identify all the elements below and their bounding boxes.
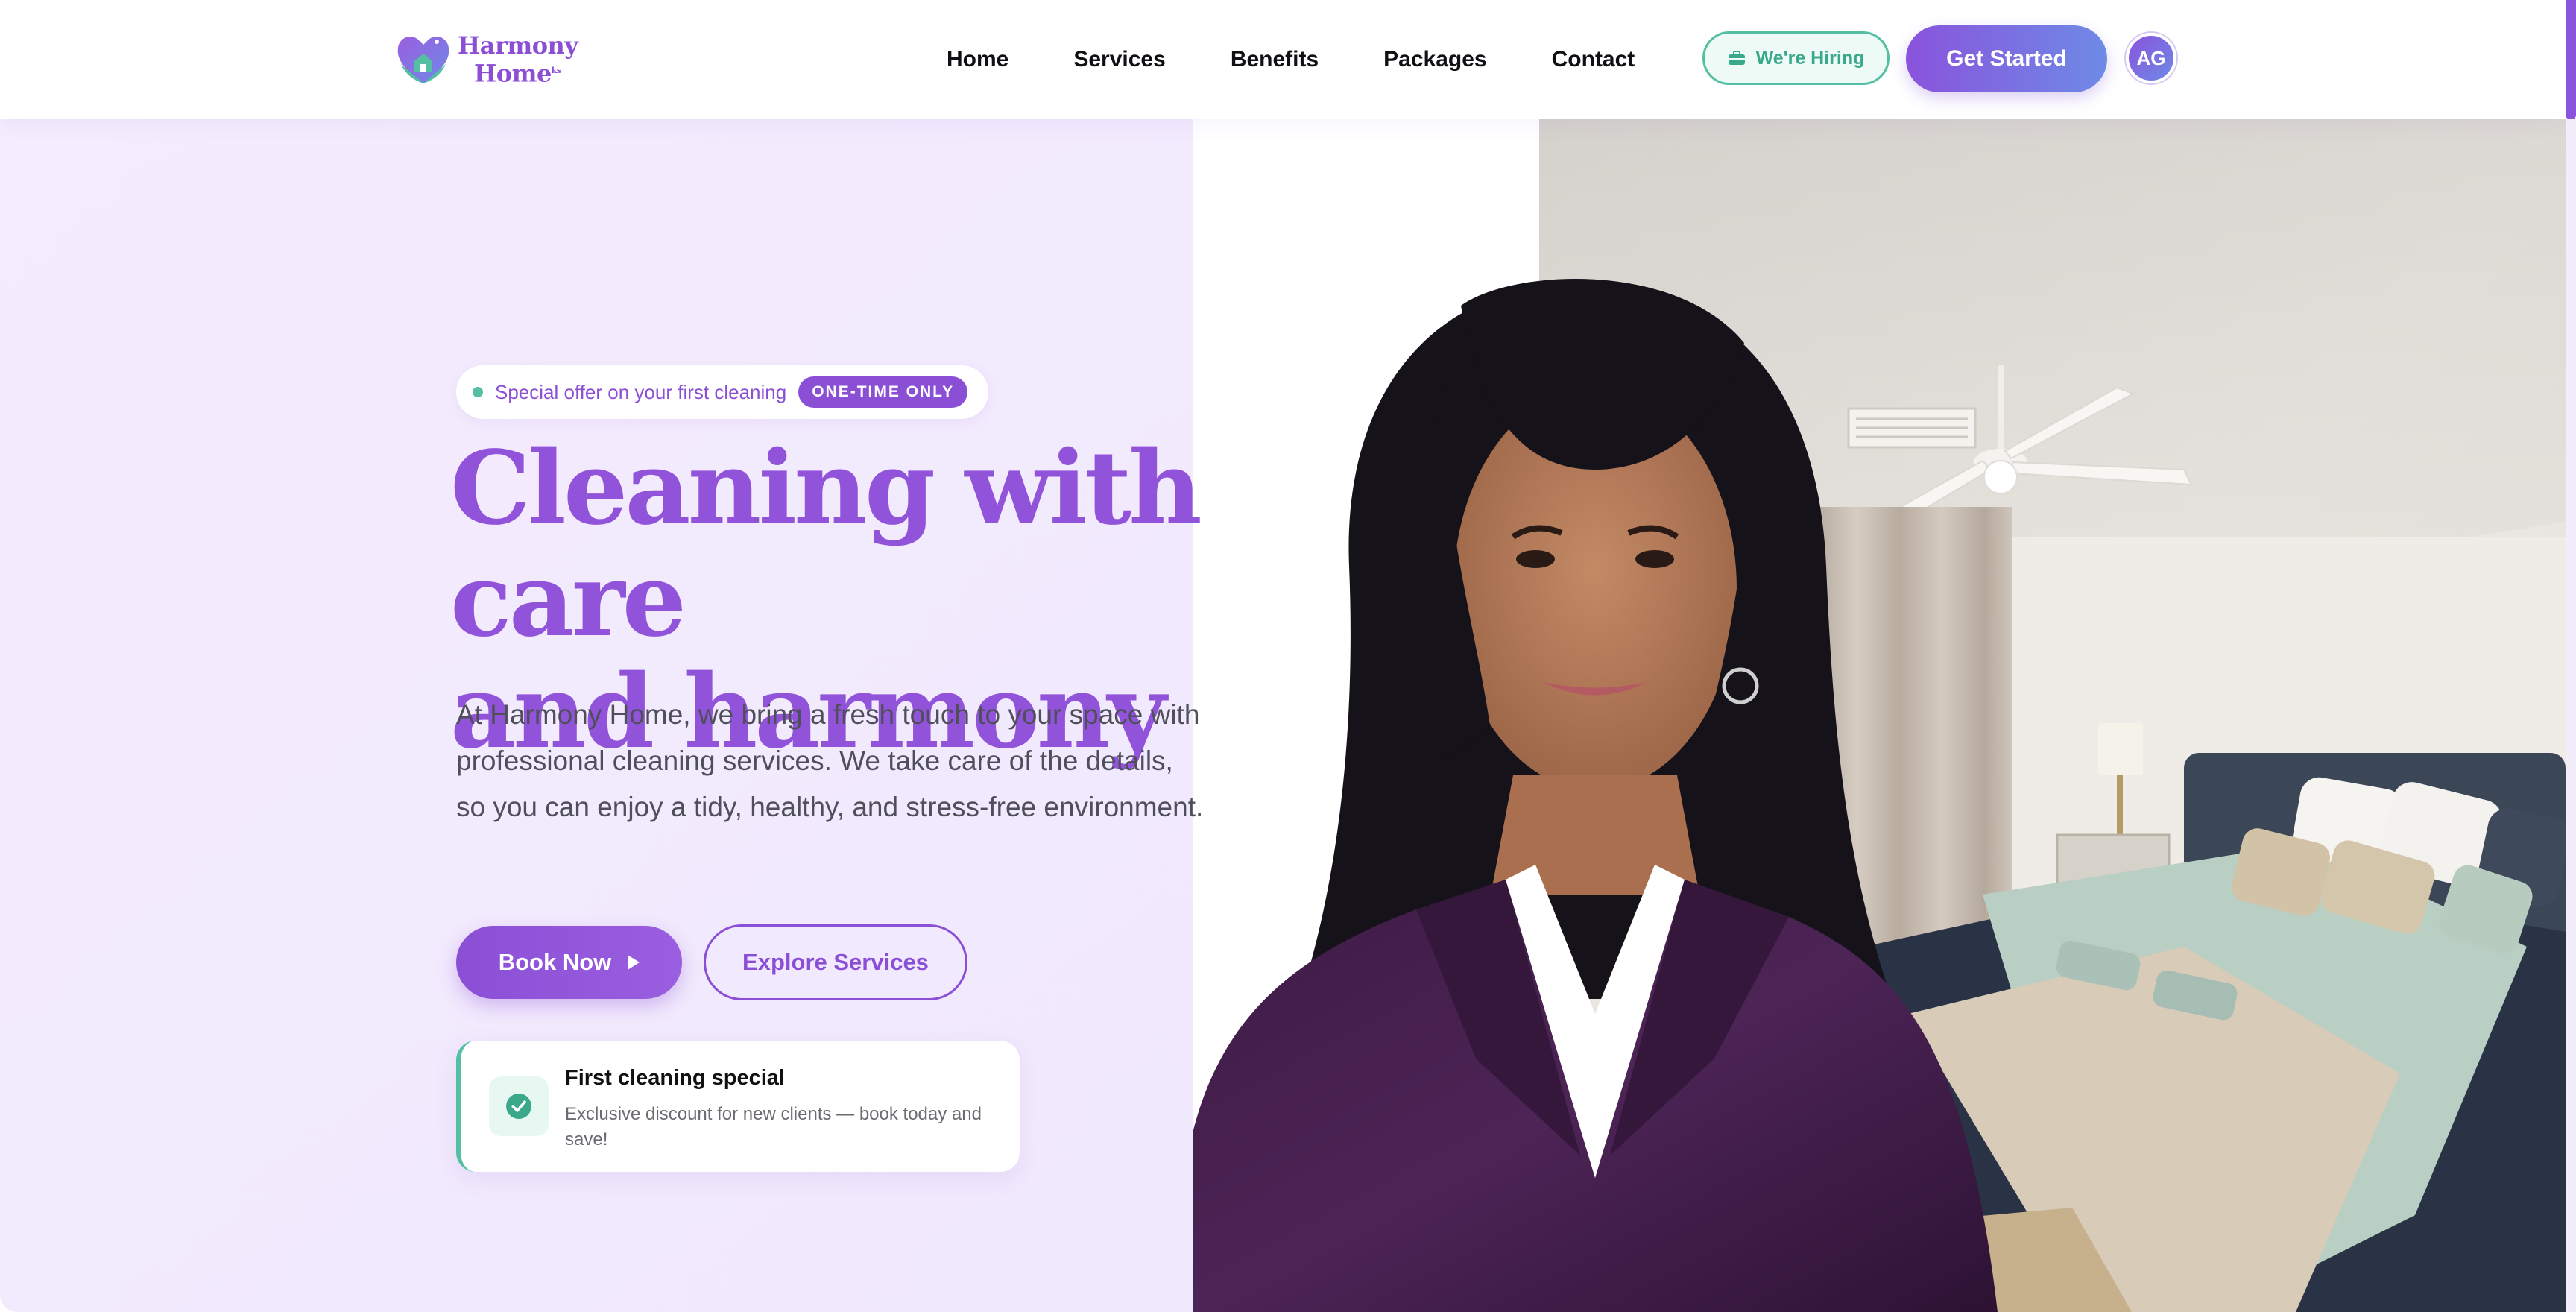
get-started-label: Get Started: [1946, 46, 2067, 71]
brand-name-line2: Home: [474, 59, 552, 88]
offer-badge: ONE-TIME ONLY: [798, 376, 968, 408]
brand-name-line1: Harmony: [458, 31, 578, 60]
brand-wordmark: Harmony Homeks: [458, 33, 584, 86]
heart-home-logo-icon: [397, 37, 449, 83]
check-badge: [489, 1076, 549, 1136]
hero-description: At Harmony Home, we bring a fresh touch …: [456, 699, 1204, 822]
nav-menu: Home Services Benefits Packages Contact: [947, 45, 1699, 75]
special-offer-pill: Special offer on your first cleaning ONE…: [456, 365, 989, 419]
check-circle-icon: [506, 1094, 531, 1119]
book-now-button[interactable]: Book Now: [456, 926, 682, 999]
first-cleaning-card: First cleaning special Exclusive discoun…: [456, 1041, 1020, 1172]
nav-link-benefits[interactable]: Benefits: [1231, 45, 1319, 75]
top-navigation: Harmony Homeks Home Services Benefits Pa…: [0, 0, 2566, 119]
special-title: First cleaning special: [565, 1066, 785, 1090]
offer-text: Special offer on your first cleaning: [495, 380, 787, 403]
offer-status-dot: [473, 387, 483, 397]
nav-link-contact[interactable]: Contact: [1552, 45, 1635, 75]
scrollbar-thumb[interactable]: [2566, 0, 2576, 119]
avatar-initials: AG: [2136, 46, 2166, 69]
headline-line-1: Cleaning with care: [450, 429, 1202, 660]
nav-link-home[interactable]: Home: [947, 45, 1008, 75]
special-description: Exclusive discount for new clients — boo…: [565, 1104, 982, 1149]
briefcase-icon: [1728, 51, 1745, 65]
brand-logo[interactable]: Harmony Homeks: [395, 31, 578, 88]
hero-photo: [1193, 119, 2566, 1312]
hero-section: Special offer on your first cleaning ONE…: [0, 119, 2566, 1312]
page-scrollbar[interactable]: [2566, 0, 2576, 1312]
explore-services-label: Explore Services: [742, 949, 929, 975]
get-started-button[interactable]: Get Started: [1906, 25, 2107, 92]
hiring-button[interactable]: We're Hiring: [1702, 31, 1890, 85]
nav-link-packages[interactable]: Packages: [1383, 45, 1486, 75]
user-avatar[interactable]: AG: [2126, 33, 2176, 83]
hiring-label: We're Hiring: [1755, 47, 1865, 69]
nav-link-services[interactable]: Services: [1073, 45, 1165, 75]
brand-name-suffix: ks: [551, 66, 561, 75]
play-arrow-icon: [628, 955, 640, 970]
book-now-label: Book Now: [498, 949, 612, 975]
explore-services-button[interactable]: Explore Services: [704, 924, 967, 1000]
